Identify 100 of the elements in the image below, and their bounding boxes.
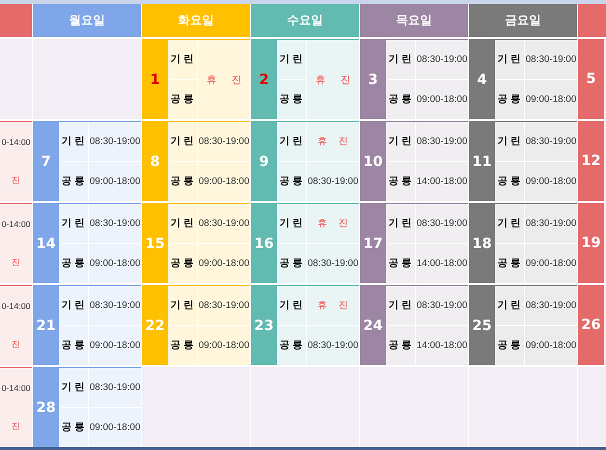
day-number: 14 — [33, 204, 59, 283]
slot-label: 기린 — [497, 40, 525, 80]
time-text: 08:30-19:00 — [89, 286, 141, 326]
time-text: 08:30-19:00 — [198, 122, 250, 162]
time-text: 09:00-18:00 — [89, 256, 141, 271]
slot-label: 공룡 — [497, 80, 525, 119]
time-text: 0-14:00 — [0, 218, 32, 231]
day-number: 2 — [251, 40, 277, 119]
time-text: 08:30-19:00 — [89, 204, 141, 244]
slot-label: 기린 — [170, 204, 198, 244]
day-number: 17 — [360, 204, 386, 283]
day-number: 19 — [578, 203, 604, 283]
closed-text: 휴 진 — [307, 286, 359, 326]
slot-label: 기린 — [497, 204, 525, 244]
slot-label: 공룡 — [388, 162, 416, 201]
slot-label: 공룡 — [61, 162, 89, 201]
day-number: 10 — [360, 122, 386, 201]
time-text: 14:00-18:00 — [416, 256, 468, 271]
slot-label: 기린 — [170, 40, 198, 80]
time-text: 08:30-19:00 — [525, 122, 577, 162]
slot-label: 공룡 — [170, 244, 198, 283]
day-number: 15 — [142, 204, 168, 283]
time-text: 09:00-18:00 — [416, 92, 468, 107]
closed-text: 진 — [10, 256, 22, 270]
day-number: 23 — [251, 286, 277, 365]
day-number: 26 — [578, 285, 604, 365]
closed-text: 휴 진 — [307, 122, 359, 162]
time-text: 09:00-18:00 — [525, 92, 577, 107]
time-text: 08:30-19:00 — [307, 256, 359, 271]
slot-label: 공룡 — [61, 326, 89, 365]
time-text: 09:00-18:00 — [525, 338, 577, 353]
slot-label: 기린 — [279, 286, 307, 326]
time-text: 14:00-18:00 — [416, 338, 468, 353]
day-number: 25 — [469, 286, 495, 365]
slot-label: 공룡 — [170, 162, 198, 201]
slot-label: 기린 — [61, 122, 89, 162]
weekday-header: 수요일 — [251, 4, 359, 37]
slot-label: 기린 — [279, 40, 307, 80]
weekday-header: 월요일 — [33, 4, 141, 37]
slot-label: 공룡 — [279, 80, 307, 119]
day-number: 8 — [142, 122, 168, 201]
time-text: 09:00-18:00 — [198, 174, 250, 189]
slot-label: 기린 — [61, 204, 89, 244]
time-text: 08:30-19:00 — [416, 40, 468, 80]
slot-label: 공룡 — [388, 80, 416, 119]
slot-label: 기린 — [497, 122, 525, 162]
slot-label: 기린 — [61, 368, 89, 408]
time-text: 08:30-19:00 — [307, 338, 359, 353]
closed-text: 진 — [10, 420, 22, 434]
day-number: 11 — [469, 122, 495, 201]
slot-label: 공룡 — [61, 244, 89, 283]
slot-label: 기린 — [279, 122, 307, 162]
slot-label: 기린 — [388, 40, 416, 80]
weekday-header: 목요일 — [360, 4, 468, 37]
time-text: 0-14:00 — [0, 300, 32, 313]
day-number: 12 — [578, 121, 604, 201]
slot-label: 기린 — [61, 286, 89, 326]
time-text: 08:30-19:00 — [525, 40, 577, 80]
day-number: 16 — [251, 204, 277, 283]
slot-label: 기린 — [497, 286, 525, 326]
slot-label: 공룡 — [388, 244, 416, 283]
time-text: 0-14:00 — [0, 136, 32, 149]
slot-label: 공룡 — [388, 326, 416, 365]
slot-label: 기린 — [388, 204, 416, 244]
day-number: 1 — [142, 40, 168, 119]
slot-label: 기린 — [279, 204, 307, 244]
time-text: 08:30-19:00 — [525, 286, 577, 326]
day-number: 5 — [578, 39, 604, 119]
closed-text: 진 — [10, 338, 22, 352]
weekday-header: 금요일 — [469, 4, 577, 37]
slot-label: 공룡 — [497, 326, 525, 365]
closed-text: 진 — [10, 174, 22, 188]
weekday-header: 화요일 — [142, 4, 250, 37]
slot-label: 기린 — [388, 122, 416, 162]
slot-label: 공룡 — [497, 162, 525, 201]
time-text: 09:00-18:00 — [198, 256, 250, 271]
slot-label: 기린 — [388, 286, 416, 326]
time-text: 09:00-18:00 — [89, 420, 141, 435]
time-text: 09:00-18:00 — [525, 174, 577, 189]
slot-label: 기린 — [170, 122, 198, 162]
time-text: 08:30-19:00 — [89, 368, 141, 408]
time-text: 09:00-18:00 — [525, 256, 577, 271]
time-text: 08:30-19:00 — [525, 204, 577, 244]
day-number: 22 — [142, 286, 168, 365]
time-text: 08:30-19:00 — [416, 204, 468, 244]
day-number: 18 — [469, 204, 495, 283]
time-text: 0-14:00 — [0, 382, 32, 395]
slot-label: 공룡 — [497, 244, 525, 283]
day-number: 4 — [469, 40, 495, 119]
time-text: 09:00-18:00 — [89, 174, 141, 189]
slot-label: 공룡 — [279, 162, 307, 201]
day-number: 24 — [360, 286, 386, 365]
time-text: 09:00-18:00 — [198, 338, 250, 353]
time-text: 08:30-19:00 — [198, 204, 250, 244]
time-text: 08:30-19:00 — [307, 174, 359, 189]
time-text: 08:30-19:00 — [198, 286, 250, 326]
time-text: 09:00-18:00 — [89, 338, 141, 353]
slot-label: 공룡 — [279, 244, 307, 283]
time-text: 08:30-19:00 — [416, 286, 468, 326]
day-number: 9 — [251, 122, 277, 201]
